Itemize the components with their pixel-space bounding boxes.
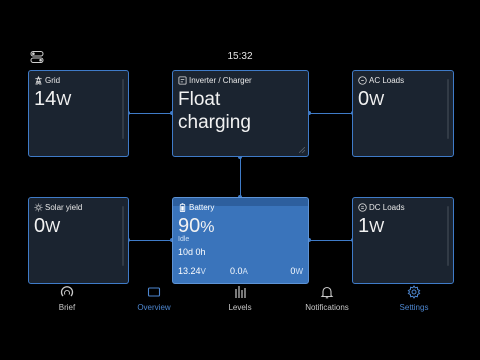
wire-inverter-battery [240, 157, 241, 197]
nav-label-settings: Settings [399, 303, 429, 312]
battery-tile[interactable]: Battery 90% Idle 10d 0h 13.24V 0.0A 0W [172, 197, 309, 284]
battery-icon [179, 203, 186, 212]
solar-title: Solar yield [45, 203, 83, 212]
sun-icon [34, 203, 43, 212]
wire-solar-battery [128, 240, 172, 241]
solar-yield-tile[interactable]: Solar yield 0W [28, 197, 129, 284]
ac-plug-icon [358, 76, 367, 85]
nav-label-overview: Overview [137, 303, 171, 312]
wire-inverter-acloads [309, 113, 353, 114]
dc-loads-tile[interactable]: DC Loads 1W [352, 197, 454, 284]
inverter-icon [178, 76, 187, 85]
battery-state: Idle [178, 236, 190, 243]
ac-loads-title: AC Loads [369, 76, 405, 85]
levels-icon [235, 286, 246, 298]
inverter-state-line1: Float [178, 89, 221, 110]
battery-current: 0.0A [230, 266, 248, 276]
brief-gauge-icon [60, 286, 74, 297]
grid-power-value: 14W [34, 88, 72, 110]
nav-item-notifications[interactable]: Notifications [282, 282, 372, 318]
battery-time-to-go: 10d 0h [178, 247, 206, 257]
nav-item-settings[interactable]: Settings [369, 282, 459, 318]
ac-loads-scrollbar [447, 79, 449, 139]
ac-loads-tile[interactable]: AC Loads 0W [352, 70, 454, 157]
inverter-title: Inverter / Charger [189, 76, 252, 85]
ac-loads-value: 0W [358, 88, 385, 110]
resize-grip-icon [299, 147, 305, 153]
status-clock: 15:32 [227, 51, 253, 62]
grid-tile[interactable]: Grid 14W [28, 70, 129, 157]
battery-voltage: 13.24V [178, 266, 206, 276]
nav-item-levels[interactable]: Levels [195, 282, 285, 318]
nav-item-overview[interactable]: Overview [109, 282, 199, 318]
grid-scrollbar [122, 79, 124, 139]
nav-label-brief: Brief [58, 303, 76, 312]
battery-title: Battery [189, 203, 215, 212]
overview-icon [147, 287, 161, 297]
nav-label-notifications: Notifications [305, 303, 349, 312]
inverter-state-line2: charging [178, 112, 251, 133]
grid-tower-icon [35, 76, 42, 85]
wire-grid-inverter [128, 113, 172, 114]
nav-item-brief[interactable]: Brief [22, 282, 112, 318]
wire-battery-dcloads [309, 240, 353, 241]
dc-loads-scrollbar [447, 206, 449, 266]
grid-title: Grid [45, 76, 61, 85]
bell-icon [320, 286, 334, 299]
dc-plug-icon [358, 203, 367, 212]
bottom-nav: Brief Overview Levels Notifications Sett… [0, 282, 480, 318]
solar-value: 0W [34, 215, 61, 237]
solar-scrollbar [122, 206, 124, 266]
dc-loads-value: 1W [358, 215, 385, 237]
nav-label-levels: Levels [228, 303, 252, 312]
battery-power: 0W [290, 266, 303, 276]
inverter-charger-tile[interactable]: Inverter / Charger Float charging [172, 70, 309, 157]
dc-loads-title: DC Loads [369, 203, 405, 212]
gear-icon [407, 285, 421, 299]
